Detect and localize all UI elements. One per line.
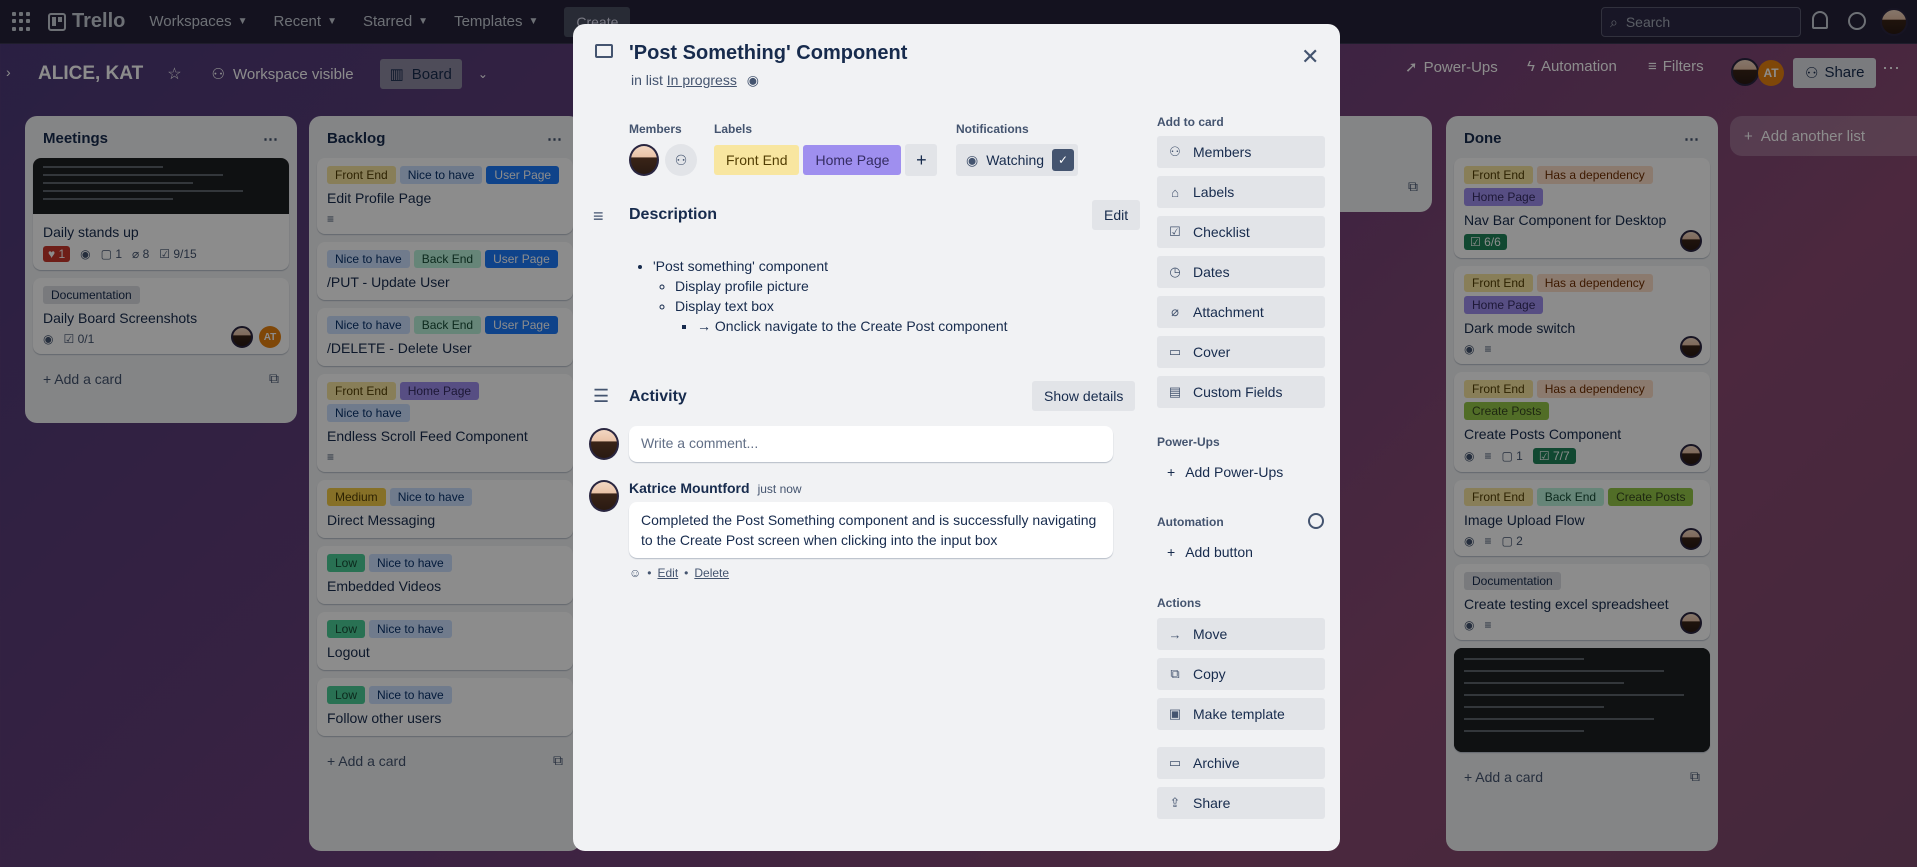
close-icon[interactable]: ✕ [1301, 44, 1319, 70]
comment-author[interactable]: Katrice Mountford [629, 480, 750, 496]
archive-button[interactable]: ▭ Archive [1157, 747, 1325, 779]
share-icon: ⇪ [1169, 795, 1181, 810]
description-heading: Description [629, 206, 718, 223]
cover-icon: ▭ [1168, 344, 1182, 359]
dates-button[interactable]: ◷ Dates [1157, 256, 1325, 288]
card-icon [595, 44, 613, 58]
eye-icon: ◉ [966, 151, 979, 168]
activity-heading: Activity [629, 388, 687, 405]
share-card-button[interactable]: ⇪ Share [1157, 787, 1325, 819]
add-reaction-icon[interactable]: ☺ [629, 566, 641, 580]
template-icon: ▣ [1168, 706, 1182, 721]
description-icon: ≡ [593, 206, 604, 226]
make-template-button[interactable]: ▣ Make template [1157, 698, 1325, 730]
comment-input[interactable]: Write a comment... [629, 426, 1113, 462]
card-detail-modal: 'Post Something' Component in list In pr… [573, 24, 1340, 851]
move-button[interactable]: → Move [1157, 618, 1325, 650]
label-front-end[interactable]: Front End [714, 145, 800, 175]
description-content[interactable]: 'Post something' component Display profi… [653, 254, 1008, 338]
arrow-right-icon: → [1168, 626, 1182, 642]
copy-button[interactable]: ⧉ Copy [1157, 658, 1325, 690]
description-item: 'Post something' component Display profi… [653, 258, 1008, 334]
description-subitem: Display text box → Onclick navigate to t… [675, 298, 1008, 334]
card-title-input[interactable]: 'Post Something' Component [629, 42, 907, 65]
actions-heading: Actions [1157, 596, 1202, 610]
checkmark-icon: ✓ [1052, 149, 1075, 171]
checklist-button[interactable]: ☑ Checklist [1157, 216, 1325, 248]
activity-icon: ☰ [593, 386, 610, 406]
watch-icon: ◉ [746, 72, 759, 88]
add-to-card-heading: Add to card [1157, 115, 1224, 129]
member-avatar[interactable] [629, 144, 659, 176]
card-list-info: in list In progress ◉ [631, 72, 759, 88]
user-avatar [589, 428, 619, 460]
cover-button[interactable]: ▭ Cover [1157, 336, 1325, 368]
add-label-button[interactable]: + [905, 144, 938, 176]
person-icon: ⚇ [1169, 144, 1181, 159]
info-icon[interactable] [1308, 513, 1324, 529]
clock-icon: ◷ [1169, 264, 1181, 279]
labels-heading: Labels [714, 122, 753, 136]
copy-icon: ⧉ [1170, 666, 1180, 681]
edit-description-button[interactable]: Edit [1092, 200, 1141, 230]
list-link[interactable]: In progress [667, 72, 737, 88]
label-icon: ⌂ [1171, 184, 1179, 200]
checklist-icon: ☑ [1169, 224, 1181, 239]
description-subsubitem: → Onclick navigate to the Create Post co… [697, 318, 1008, 334]
add-power-ups-button[interactable]: + Add Power-Ups [1167, 464, 1283, 480]
notifications-heading: Notifications [956, 122, 1029, 136]
label-home-page[interactable]: Home Page [803, 145, 902, 175]
labels-button[interactable]: ⌂ Labels [1157, 176, 1325, 208]
add-member-icon[interactable]: ⚇ [665, 144, 697, 176]
plus-icon: + [1167, 464, 1176, 480]
custom-fields-icon: ▤ [1168, 384, 1182, 399]
show-details-button[interactable]: Show details [1032, 381, 1136, 411]
comment-text: Completed the Post Something component a… [629, 502, 1113, 558]
archive-icon: ▭ [1168, 755, 1182, 770]
watching-button[interactable]: ◉ Watching ✓ [956, 144, 1079, 176]
description-subitem: Display profile picture [675, 278, 1008, 294]
automation-heading: Automation [1157, 515, 1224, 529]
delete-comment-link[interactable]: Delete [694, 566, 729, 580]
members-heading: Members [629, 122, 682, 136]
edit-comment-link[interactable]: Edit [657, 566, 678, 580]
commenter-avatar [589, 480, 619, 512]
custom-fields-button[interactable]: ▤ Custom Fields [1157, 376, 1325, 408]
attachment-button[interactable]: ⌀ Attachment [1157, 296, 1325, 328]
plus-icon: + [1167, 544, 1176, 560]
power-ups-heading: Power-Ups [1157, 435, 1220, 449]
comment-time[interactable]: just now [758, 482, 802, 496]
members-button[interactable]: ⚇ Members [1157, 136, 1325, 168]
paperclip-icon: ⌀ [1171, 304, 1179, 319]
add-button-button[interactable]: + Add button [1167, 544, 1253, 560]
